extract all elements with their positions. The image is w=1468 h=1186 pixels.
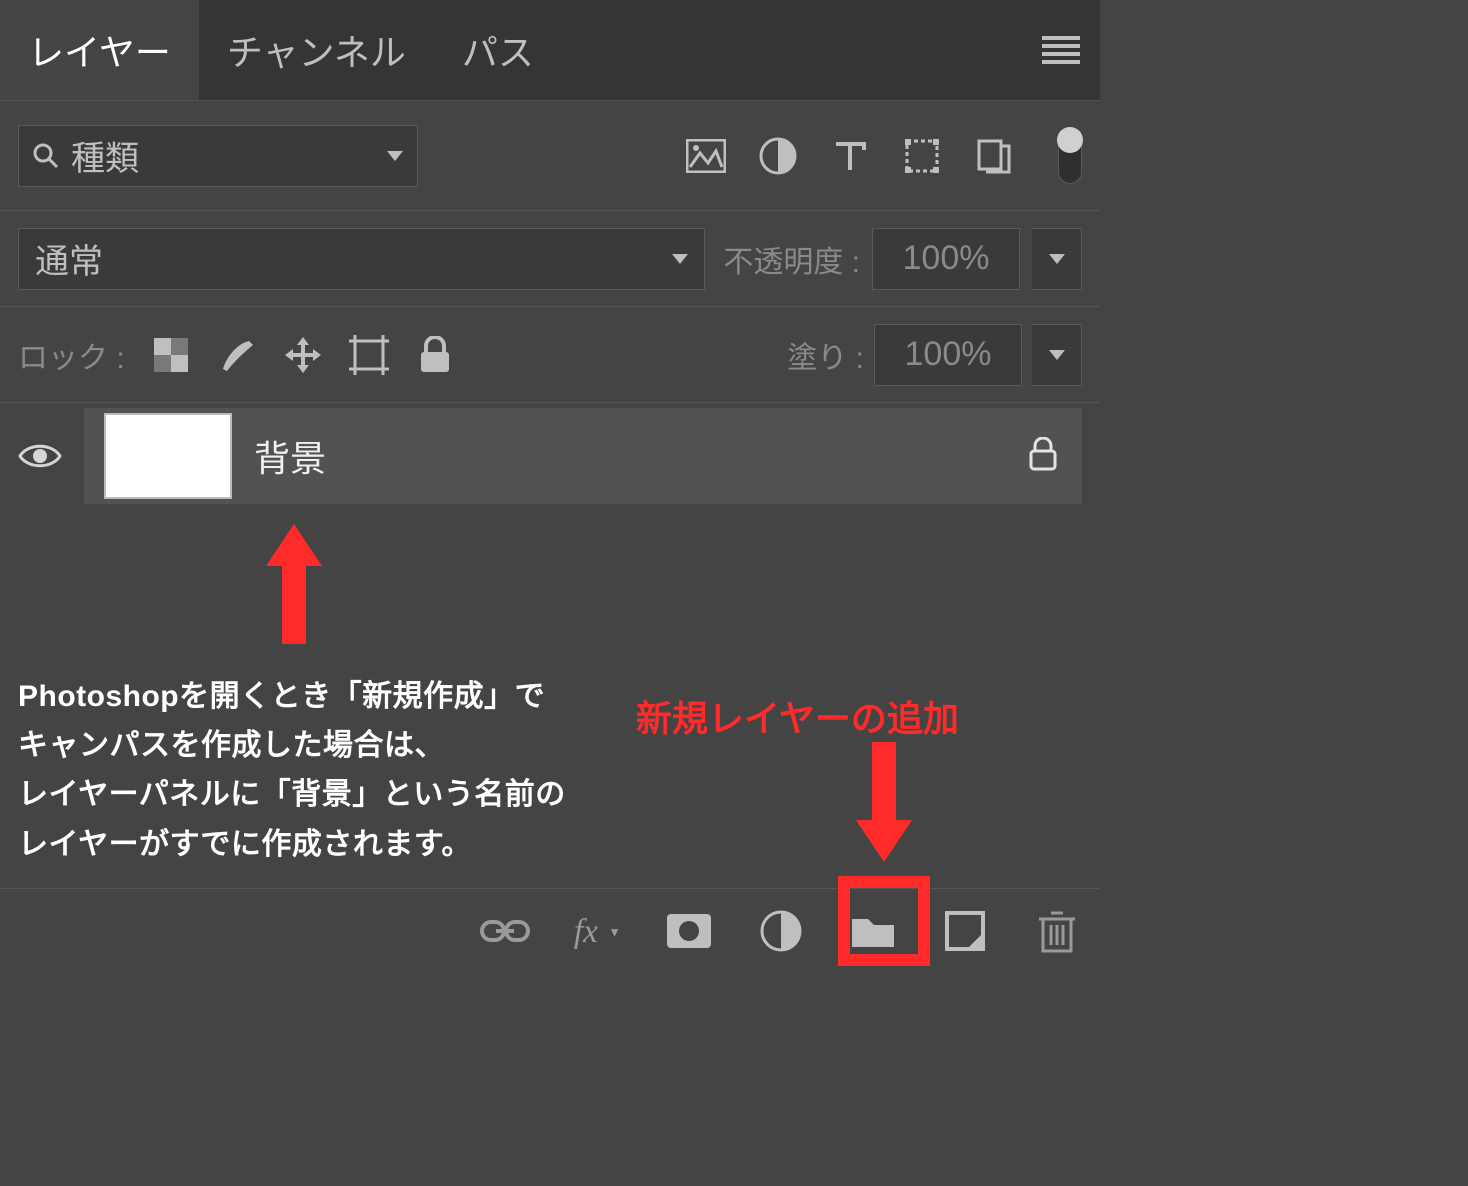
filter-shape-icon[interactable] xyxy=(902,136,942,176)
layers-panel: レイヤー チャンネル パス 種類 xyxy=(0,0,1100,972)
layer-list: 背景 xyxy=(0,402,1100,509)
filter-pixel-icon[interactable] xyxy=(686,136,726,176)
layer-style-icon[interactable]: fx xyxy=(572,906,622,956)
fill-dropdown-button[interactable] xyxy=(1032,324,1082,386)
annotation-highlight-box xyxy=(838,876,930,966)
layer-row[interactable]: 背景 xyxy=(0,403,1100,509)
new-adjustment-layer-icon[interactable] xyxy=(756,906,806,956)
lock-transparency-icon[interactable] xyxy=(151,335,191,375)
lock-all-icon[interactable] xyxy=(415,335,455,375)
chevron-down-icon xyxy=(1049,254,1065,264)
layer-name[interactable]: 背景 xyxy=(254,430,1006,482)
filter-type-icon[interactable] xyxy=(830,136,870,176)
lock-icon xyxy=(1028,437,1058,476)
annotation-arrow-down xyxy=(854,742,914,862)
annotation-left-text: Photoshopを開くとき「新規作成」で キャンパスを作成した場合は、 レイヤ… xyxy=(18,672,566,869)
opacity-dropdown-button[interactable] xyxy=(1032,228,1082,290)
lock-pixel-icon[interactable] xyxy=(217,335,257,375)
blend-mode-value: 通常 xyxy=(35,234,103,283)
layer-content[interactable]: 背景 xyxy=(84,408,1082,504)
annotation-arrow-up xyxy=(264,524,324,644)
blend-mode-dropdown[interactable]: 通常 xyxy=(18,228,705,290)
chevron-down-icon xyxy=(672,254,688,264)
lock-position-icon[interactable] xyxy=(283,335,323,375)
tab-paths[interactable]: パス xyxy=(434,0,562,100)
panel-menu-icon[interactable] xyxy=(1042,36,1080,64)
toggle-knob xyxy=(1057,127,1083,153)
visibility-toggle-icon[interactable] xyxy=(18,441,62,471)
kind-label: 種類 xyxy=(71,131,139,180)
chevron-down-icon xyxy=(1049,350,1065,360)
new-layer-icon[interactable] xyxy=(940,906,990,956)
chevron-down-icon xyxy=(387,151,403,161)
search-icon xyxy=(33,143,59,169)
filter-adjustment-icon[interactable] xyxy=(758,136,798,176)
layer-thumbnail[interactable] xyxy=(104,413,232,499)
filter-toggle[interactable] xyxy=(1058,128,1082,184)
layer-actions-bar: fx xyxy=(0,888,1100,972)
layer-mask-icon[interactable] xyxy=(664,906,714,956)
lock-artboard-icon[interactable] xyxy=(349,335,389,375)
lock-row: ロック : 塗り : 100% xyxy=(0,306,1100,402)
filter-smart-icon[interactable] xyxy=(974,136,1014,176)
delete-layer-icon[interactable] xyxy=(1032,906,1082,956)
svg-text:fx: fx xyxy=(574,913,598,950)
blend-row: 通常 不透明度 : 100% xyxy=(0,210,1100,306)
panel-tabs: レイヤー チャンネル パス xyxy=(0,0,1100,100)
filter-row: 種類 xyxy=(0,100,1100,210)
opacity-value[interactable]: 100% xyxy=(872,228,1020,290)
opacity-label: 不透明度 : xyxy=(723,237,860,281)
layer-kind-dropdown[interactable]: 種類 xyxy=(18,125,418,187)
link-layers-icon[interactable] xyxy=(480,906,530,956)
annotation-right-text: 新規レイヤーの追加 xyxy=(636,690,959,742)
tab-layers[interactable]: レイヤー xyxy=(0,0,199,100)
tab-channels[interactable]: チャンネル xyxy=(199,0,434,100)
lock-label: ロック : xyxy=(18,333,125,377)
fill-label: 塗り : xyxy=(787,333,864,377)
fill-value[interactable]: 100% xyxy=(874,324,1022,386)
